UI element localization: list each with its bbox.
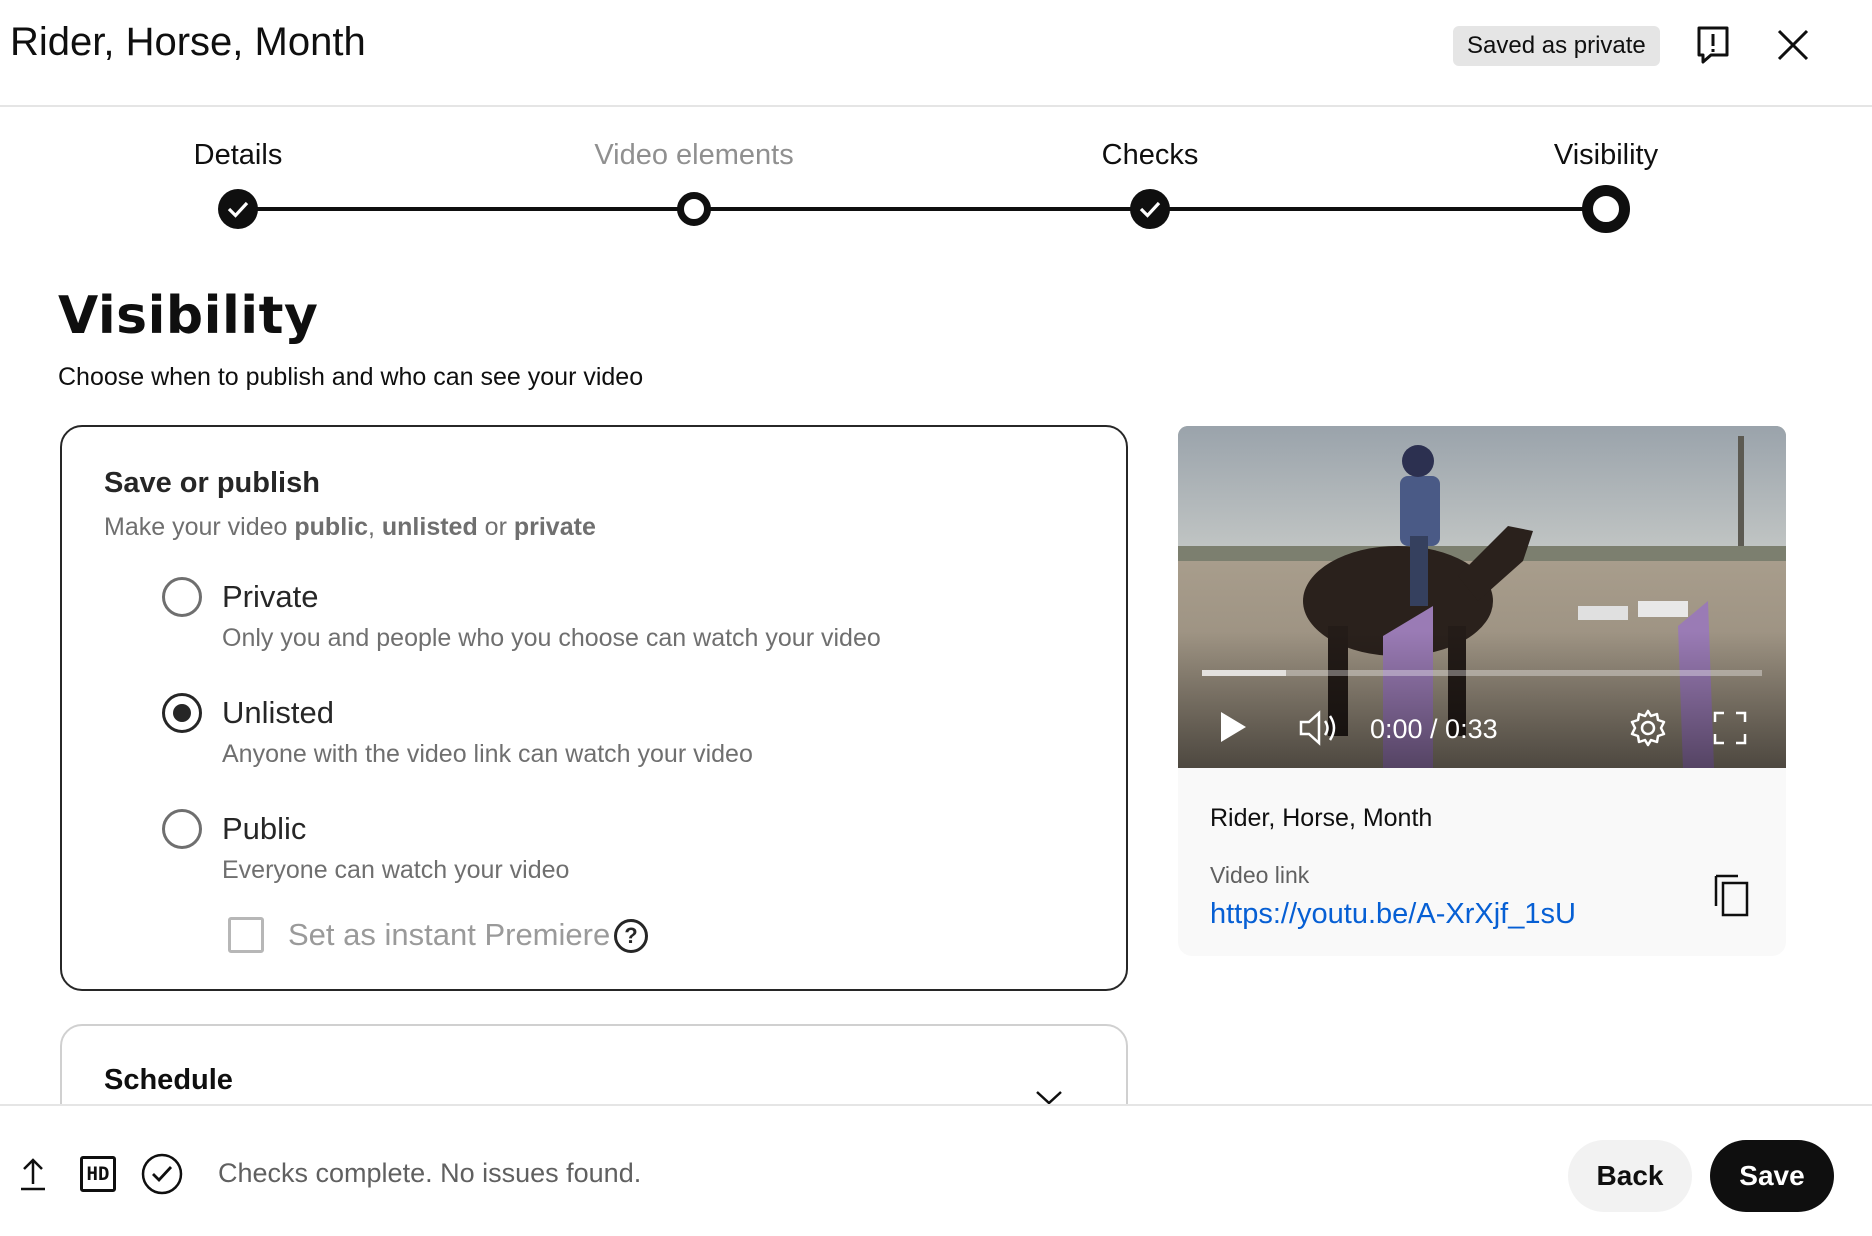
upload-icon[interactable] [18, 1156, 48, 1192]
help-icon[interactable]: ? [614, 919, 648, 953]
settings-gear-icon[interactable] [1628, 708, 1668, 748]
step-video-elements-node[interactable] [677, 192, 711, 226]
upload-stepper: Details Video elements Checks Visibility [0, 107, 1872, 247]
step-video-elements-label[interactable]: Video elements [594, 139, 793, 172]
volume-icon[interactable] [1298, 710, 1340, 746]
video-link-label: Video link [1210, 862, 1310, 888]
fullscreen-icon[interactable] [1712, 710, 1748, 746]
play-icon[interactable] [1218, 710, 1248, 744]
private-label[interactable]: Private [222, 579, 318, 615]
private-radio[interactable] [162, 577, 202, 617]
save-button[interactable]: Save [1710, 1140, 1834, 1212]
dialog-footer: HD Checks complete. No issues found. Bac… [0, 1104, 1872, 1236]
hd-icon[interactable]: HD [80, 1156, 116, 1192]
public-radio[interactable] [162, 809, 202, 849]
checks-complete-icon[interactable] [140, 1152, 184, 1196]
page-subtitle: Choose when to publish and who can see y… [58, 363, 644, 391]
page-title: Visibility [58, 286, 319, 346]
checks-status-text: Checks complete. No issues found. [218, 1158, 642, 1188]
public-description: Everyone can watch your video [222, 856, 570, 884]
video-info-panel: Rider, Horse, Month Video link https://y… [1178, 768, 1786, 956]
save-or-publish-title: Save or publish [104, 467, 320, 499]
dialog-title: Rider, Horse, Month [10, 20, 366, 64]
step-visibility-label[interactable]: Visibility [1554, 139, 1658, 172]
dialog-header: Rider, Horse, Month Saved as private [0, 0, 1872, 107]
close-icon[interactable] [1770, 22, 1816, 68]
step-checks-label[interactable]: Checks [1102, 139, 1199, 172]
copy-icon[interactable] [1712, 872, 1752, 918]
private-description: Only you and people who you choose can w… [222, 624, 881, 652]
back-button[interactable]: Back [1568, 1140, 1692, 1212]
instant-premiere-checkbox[interactable] [228, 917, 264, 953]
step-visibility-node[interactable] [1582, 185, 1630, 233]
instant-premiere-label[interactable]: Set as instant Premiere [288, 917, 610, 953]
step-checks-check-icon[interactable] [1130, 189, 1170, 229]
save-or-publish-subtitle: Make your video public, unlisted or priv… [104, 513, 596, 541]
saved-status-badge: Saved as private [1453, 26, 1660, 66]
feedback-icon[interactable] [1690, 22, 1736, 68]
unlisted-description: Anyone with the video link can watch you… [222, 740, 753, 768]
unlisted-radio[interactable] [162, 693, 202, 733]
unlisted-label[interactable]: Unlisted [222, 695, 334, 731]
save-or-publish-card: Save or publish Make your video public, … [60, 425, 1128, 991]
step-details-label[interactable]: Details [194, 139, 283, 172]
video-link[interactable]: https://youtu.be/A-XrXjf_1sU [1210, 898, 1576, 931]
schedule-title: Schedule [104, 1064, 233, 1096]
video-buffer-fill [1202, 670, 1286, 676]
public-label[interactable]: Public [222, 811, 306, 847]
video-progress-bar[interactable] [1202, 670, 1762, 676]
stepper-track [238, 207, 1606, 211]
video-time: 0:00 / 0:33 [1370, 714, 1498, 744]
video-preview[interactable]: 0:00 / 0:33 [1178, 426, 1786, 768]
video-info-title: Rider, Horse, Month [1210, 804, 1433, 832]
step-details-check-icon[interactable] [218, 189, 258, 229]
